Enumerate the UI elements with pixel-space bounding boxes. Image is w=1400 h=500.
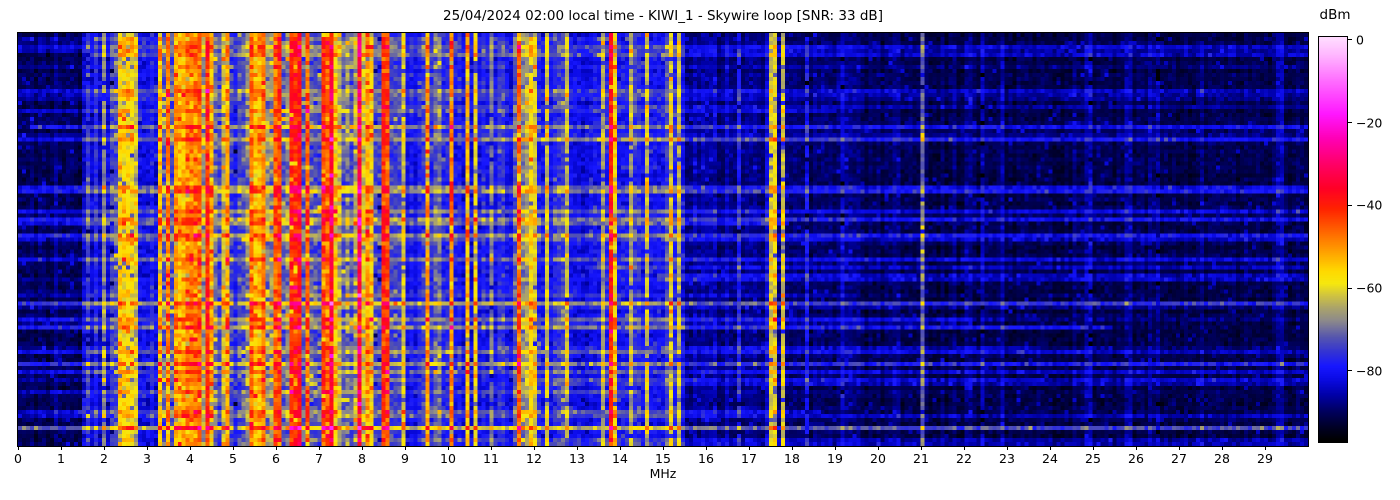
- x-tick: [705, 446, 707, 450]
- x-tick: [60, 446, 62, 450]
- x-tick: [662, 446, 664, 450]
- x-tick: [1221, 446, 1223, 450]
- colorbar-tick-label: −80: [1356, 363, 1383, 379]
- colorbar-tick-label: 0: [1356, 32, 1364, 48]
- x-tick: [17, 446, 19, 450]
- x-tick-label: 6: [272, 451, 280, 466]
- x-tick-label: 11: [483, 451, 499, 466]
- x-tick: [146, 446, 148, 450]
- colorbar-tick-label: −20: [1356, 115, 1383, 131]
- x-tick: [1092, 446, 1094, 450]
- x-tick-label: 15: [655, 451, 671, 466]
- colorbar-tick-label: −60: [1356, 280, 1383, 296]
- colorbar-tick: [1348, 122, 1352, 124]
- x-tick: [791, 446, 793, 450]
- x-tick-label: 5: [229, 451, 237, 466]
- x-tick: [1264, 446, 1266, 450]
- x-tick: [318, 446, 320, 450]
- x-tick-label: 20: [870, 451, 886, 466]
- colorbar-canvas: [1319, 37, 1347, 442]
- x-tick: [748, 446, 750, 450]
- spectrogram-plot-area: [17, 32, 1309, 447]
- x-tick-label: 26: [1128, 451, 1144, 466]
- x-tick: [877, 446, 879, 450]
- x-tick: [275, 446, 277, 450]
- x-tick: [232, 446, 234, 450]
- colorbar: [1318, 36, 1348, 443]
- x-tick-label: 10: [440, 451, 456, 466]
- x-tick: [1049, 446, 1051, 450]
- x-tick: [361, 446, 363, 450]
- x-tick-label: 19: [827, 451, 843, 466]
- x-tick: [834, 446, 836, 450]
- x-tick: [920, 446, 922, 450]
- x-tick-label: 2: [100, 451, 108, 466]
- x-tick-label: 7: [315, 451, 323, 466]
- x-tick: [490, 446, 492, 450]
- spectrogram-figure: 25/04/2024 02:00 local time - KIWI_1 - S…: [0, 0, 1400, 500]
- x-tick: [619, 446, 621, 450]
- x-tick: [189, 446, 191, 450]
- x-tick-label: 29: [1257, 451, 1273, 466]
- spectrogram-canvas: [18, 33, 1308, 446]
- x-tick-label: 18: [784, 451, 800, 466]
- chart-title: 25/04/2024 02:00 local time - KIWI_1 - S…: [443, 8, 883, 24]
- x-tick: [1135, 446, 1137, 450]
- colorbar-tick: [1348, 39, 1352, 41]
- x-tick-label: 27: [1171, 451, 1187, 466]
- x-tick-label: 3: [143, 451, 151, 466]
- x-tick-label: 24: [1042, 451, 1058, 466]
- x-tick-label: 16: [698, 451, 714, 466]
- x-tick-label: 22: [956, 451, 972, 466]
- x-tick: [963, 446, 965, 450]
- x-tick: [404, 446, 406, 450]
- colorbar-tick: [1348, 370, 1352, 372]
- x-tick-label: 12: [526, 451, 542, 466]
- x-tick-label: 4: [186, 451, 194, 466]
- x-tick: [576, 446, 578, 450]
- x-tick-label: 0: [14, 451, 22, 466]
- x-tick: [1006, 446, 1008, 450]
- x-tick-label: 28: [1214, 451, 1230, 466]
- x-tick: [447, 446, 449, 450]
- colorbar-unit-label: dBm: [1319, 7, 1351, 23]
- x-tick-label: 8: [358, 451, 366, 466]
- x-tick-label: 13: [569, 451, 585, 466]
- colorbar-tick-label: −40: [1356, 197, 1383, 213]
- x-tick-label: 25: [1085, 451, 1101, 466]
- x-tick-label: 21: [913, 451, 929, 466]
- x-tick-label: 9: [401, 451, 409, 466]
- x-tick: [1178, 446, 1180, 450]
- x-axis-label: MHz: [649, 466, 677, 481]
- x-tick: [103, 446, 105, 450]
- colorbar-tick: [1348, 204, 1352, 206]
- colorbar-tick: [1348, 287, 1352, 289]
- x-tick-label: 23: [999, 451, 1015, 466]
- x-tick-label: 17: [741, 451, 757, 466]
- x-tick: [533, 446, 535, 450]
- x-tick-label: 14: [612, 451, 628, 466]
- x-tick-label: 1: [57, 451, 65, 466]
